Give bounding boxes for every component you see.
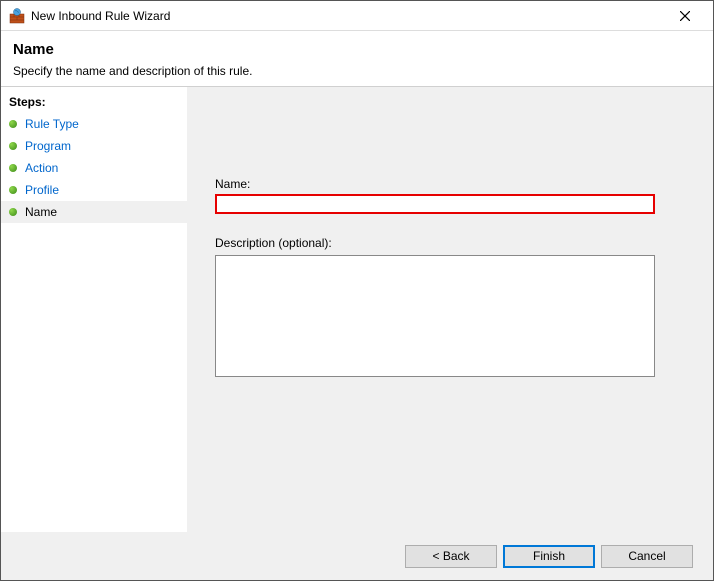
back-button[interactable]: < Back <box>405 545 497 568</box>
button-bar: < Back Finish Cancel <box>1 532 713 580</box>
bullet-icon <box>9 186 17 194</box>
page-subtitle: Specify the name and description of this… <box>13 64 701 78</box>
bullet-icon <box>9 142 17 150</box>
page-title: Name <box>13 41 701 58</box>
step-rule-type[interactable]: Rule Type <box>1 113 187 135</box>
description-field-group: Description (optional): <box>215 236 685 380</box>
finish-button[interactable]: Finish <box>503 545 595 568</box>
step-link[interactable]: Profile <box>25 183 59 197</box>
step-program[interactable]: Program <box>1 135 187 157</box>
step-link[interactable]: Rule Type <box>25 117 79 131</box>
steps-heading: Steps: <box>1 93 187 113</box>
close-icon <box>680 11 690 21</box>
window-title: New Inbound Rule Wizard <box>31 9 665 23</box>
step-link[interactable]: Program <box>25 139 71 153</box>
name-input[interactable] <box>215 194 655 214</box>
bullet-icon <box>9 208 17 216</box>
steps-sidebar: Steps: Rule Type Program Action Profile … <box>1 87 187 537</box>
wizard-window: New Inbound Rule Wizard Name Specify the… <box>0 0 714 581</box>
close-button[interactable] <box>665 2 705 30</box>
step-label: Name <box>25 205 57 219</box>
bullet-icon <box>9 164 17 172</box>
wizard-body: Steps: Rule Type Program Action Profile … <box>1 86 713 537</box>
wizard-header: Name Specify the name and description of… <box>1 31 713 86</box>
firewall-icon <box>9 8 25 24</box>
bullet-icon <box>9 120 17 128</box>
description-input[interactable] <box>215 255 655 377</box>
step-name[interactable]: Name <box>1 201 187 223</box>
step-action[interactable]: Action <box>1 157 187 179</box>
description-label: Description (optional): <box>215 236 685 250</box>
step-link[interactable]: Action <box>25 161 58 175</box>
titlebar: New Inbound Rule Wizard <box>1 1 713 31</box>
content-panel: Name: Description (optional): <box>187 87 713 537</box>
cancel-button[interactable]: Cancel <box>601 545 693 568</box>
name-label: Name: <box>215 177 685 191</box>
name-field-group: Name: <box>215 177 685 214</box>
step-profile[interactable]: Profile <box>1 179 187 201</box>
